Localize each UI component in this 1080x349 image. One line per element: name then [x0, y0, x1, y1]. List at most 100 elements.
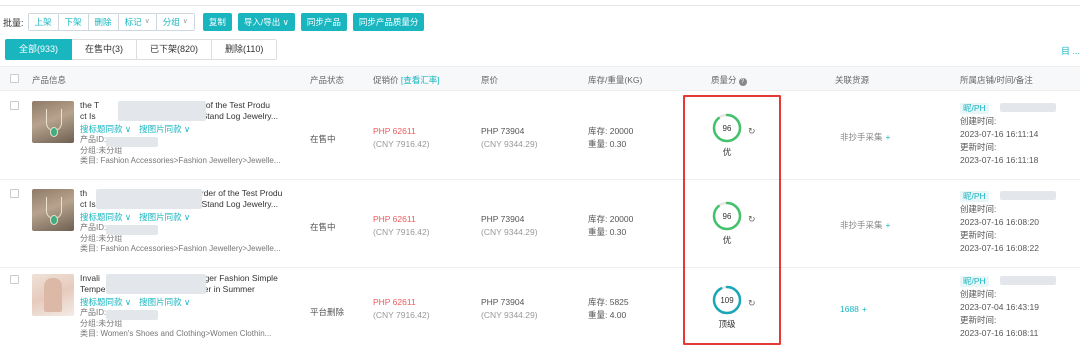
source-link[interactable]: 1688 +	[840, 304, 867, 314]
delete-button[interactable]: 删除	[88, 14, 119, 30]
tab-deleted[interactable]: 删除(110)	[212, 39, 278, 60]
stock-weight: 库存: 20000 重量: 0.30	[588, 214, 634, 237]
tab-on-sale[interactable]: 在售中(3)	[72, 39, 138, 60]
import-export-label: 导入/导出	[243, 17, 281, 27]
copy-button[interactable]: 复制	[202, 13, 232, 31]
view-rate-link[interactable]: [查看汇率]	[401, 75, 440, 85]
quality-score-highlight-box	[683, 95, 781, 345]
title-line-1-start: the T	[80, 100, 100, 110]
sync-quality-button[interactable]: 同步产品质量分	[352, 13, 425, 31]
updated-label: 更新时间:	[960, 315, 997, 325]
product-status: 在售中	[310, 134, 336, 144]
title-line-1-start: Invali	[80, 273, 100, 283]
updated-label: 更新时间:	[960, 230, 997, 240]
table-row: the Tder of the Test Produ ct Is Stand Lo…	[0, 93, 1080, 180]
product-thumbnail[interactable]	[32, 189, 74, 231]
updated-time: 2023-07-16 16:11:18	[960, 155, 1039, 165]
search-links: 搜标题同款 ∨ 搜图片同款 ∨	[80, 296, 190, 308]
select-all-checkbox[interactable]	[10, 74, 19, 83]
import-export-button[interactable]: 导入/导出 ∨	[237, 13, 295, 31]
updated-label: 更新时间:	[960, 142, 997, 152]
source-link[interactable]: 非抄手采集 +	[840, 131, 890, 143]
row-checkbox[interactable]	[10, 101, 19, 110]
col-product-info: 产品信息	[32, 75, 67, 85]
product-group: 分组:未分组	[80, 233, 123, 243]
product-group: 分组:未分组	[80, 318, 123, 328]
store-tag: 昵/PH	[960, 276, 989, 287]
chevron-down-icon: ∨	[182, 18, 188, 25]
col-stock-weight: 库存/重量(KG)	[588, 75, 643, 85]
source-link[interactable]: 非抄手采集 +	[840, 219, 890, 231]
original-price: PHP 73904 (CNY 9344.29)	[481, 297, 538, 320]
col-status: 产品状态	[310, 75, 345, 85]
search-same-image-link[interactable]: 搜图片同款 ∨	[139, 123, 190, 135]
redacted-store	[1000, 276, 1056, 285]
col-promo-label: 促销价	[373, 75, 399, 85]
batch-label: 批量:	[3, 17, 24, 28]
redacted-id	[106, 137, 158, 147]
created-time: 2023-07-16 16:08:20	[960, 217, 1039, 227]
list-button[interactable]: 上架	[28, 14, 59, 30]
search-same-title-link[interactable]: 搜标题同款 ∨	[80, 123, 131, 135]
product-thumbnail[interactable]	[32, 101, 74, 143]
product-category: 类目: Women's Shoes and Clothing>Women Clo…	[80, 329, 272, 338]
col-original-price: 原价	[481, 75, 499, 85]
search-same-image-link[interactable]: 搜图片同款 ∨	[139, 296, 190, 308]
title-line-1-end: nger Fashion Simple	[199, 273, 278, 283]
redacted-title	[96, 189, 202, 209]
promo-price: PHP 62611 (CNY 7916.42)	[373, 126, 430, 149]
promo-price: PHP 62611 (CNY 7916.42)	[373, 297, 430, 320]
add-icon[interactable]: +	[862, 304, 867, 314]
product-status: 平台删除	[310, 307, 345, 317]
top-divider	[0, 0, 1080, 6]
mark-label: 标记	[124, 17, 142, 27]
created-time: 2023-07-16 16:11:14	[960, 129, 1039, 139]
title-line-1-start: th	[80, 188, 88, 198]
store-tag: 昵/PH	[960, 103, 989, 114]
product-category: 类目: Fashion Accessories>Fashion Jeweller…	[80, 244, 281, 253]
redacted-title	[106, 274, 206, 294]
original-price: PHP 73904 (CNY 9344.29)	[481, 126, 538, 149]
updated-time: 2023-07-16 16:08:22	[960, 243, 1039, 253]
search-same-title-link[interactable]: 搜标题同款 ∨	[80, 296, 131, 308]
table-row: th e Order of the Test Produ ct Is lace St…	[0, 181, 1080, 268]
stock-weight: 库存: 5825 重量: 4.00	[588, 297, 629, 320]
group-label: 分组	[162, 17, 180, 27]
row-checkbox[interactable]	[10, 275, 19, 284]
tab-all[interactable]: 全部(933)	[5, 39, 73, 60]
column-settings-link[interactable]: 目 ...	[1061, 44, 1080, 57]
table-header: 产品信息 产品状态 促销价 [查看汇率] 原价 库存/重量(KG) 质量分? 关…	[0, 66, 1080, 91]
created-time: 2023-07-04 16:43:19	[960, 302, 1039, 312]
search-same-image-link[interactable]: 搜图片同款 ∨	[139, 211, 190, 223]
created-label: 创建时间:	[960, 204, 997, 214]
sync-products-button[interactable]: 同步产品	[300, 13, 347, 31]
col-promo-price: 促销价 [查看汇率]	[373, 74, 440, 86]
col-source: 关联货源	[835, 75, 870, 85]
redacted-store	[1000, 103, 1056, 112]
mark-dropdown[interactable]: 标记 ∨	[118, 14, 157, 30]
stock-weight: 库存: 20000 重量: 0.30	[588, 126, 634, 149]
updated-time: 2023-07-16 16:08:11	[960, 328, 1039, 338]
tab-delisted[interactable]: 已下架(820)	[137, 39, 213, 60]
chevron-down-icon: ∨	[282, 17, 289, 27]
col-quality-label: 质量分	[711, 75, 737, 85]
add-icon[interactable]: +	[886, 132, 891, 142]
redacted-title	[118, 101, 206, 121]
help-icon[interactable]: ?	[738, 78, 747, 86]
search-links: 搜标题同款 ∨ 搜图片同款 ∨	[80, 211, 190, 223]
product-group: 分组:未分组	[80, 145, 123, 155]
status-tabs: 全部(933) 在售中(3) 已下架(820) 删除(110)	[5, 39, 278, 60]
col-quality: 质量分?	[711, 74, 747, 86]
product-thumbnail[interactable]	[32, 274, 74, 316]
product-category: 类目: Fashion Accessories>Fashion Jeweller…	[80, 156, 281, 165]
search-same-title-link[interactable]: 搜标题同款 ∨	[80, 211, 131, 223]
title-line-2-end: Stand Log Jewelry...	[201, 111, 278, 121]
row-checkbox[interactable]	[10, 189, 19, 198]
created-label: 创建时间:	[960, 116, 997, 126]
group-dropdown[interactable]: 分组 ∨	[156, 14, 194, 30]
title-line-2-start: ct Is	[80, 111, 96, 121]
add-icon[interactable]: +	[886, 220, 891, 230]
batch-toolbar: 批量: 上架 下架 删除 标记 ∨ 分组 ∨ 复制 导入/导出 ∨ 同步产品 同步产…	[3, 12, 425, 32]
unlist-button[interactable]: 下架	[58, 14, 89, 30]
redacted-store	[1000, 191, 1056, 200]
